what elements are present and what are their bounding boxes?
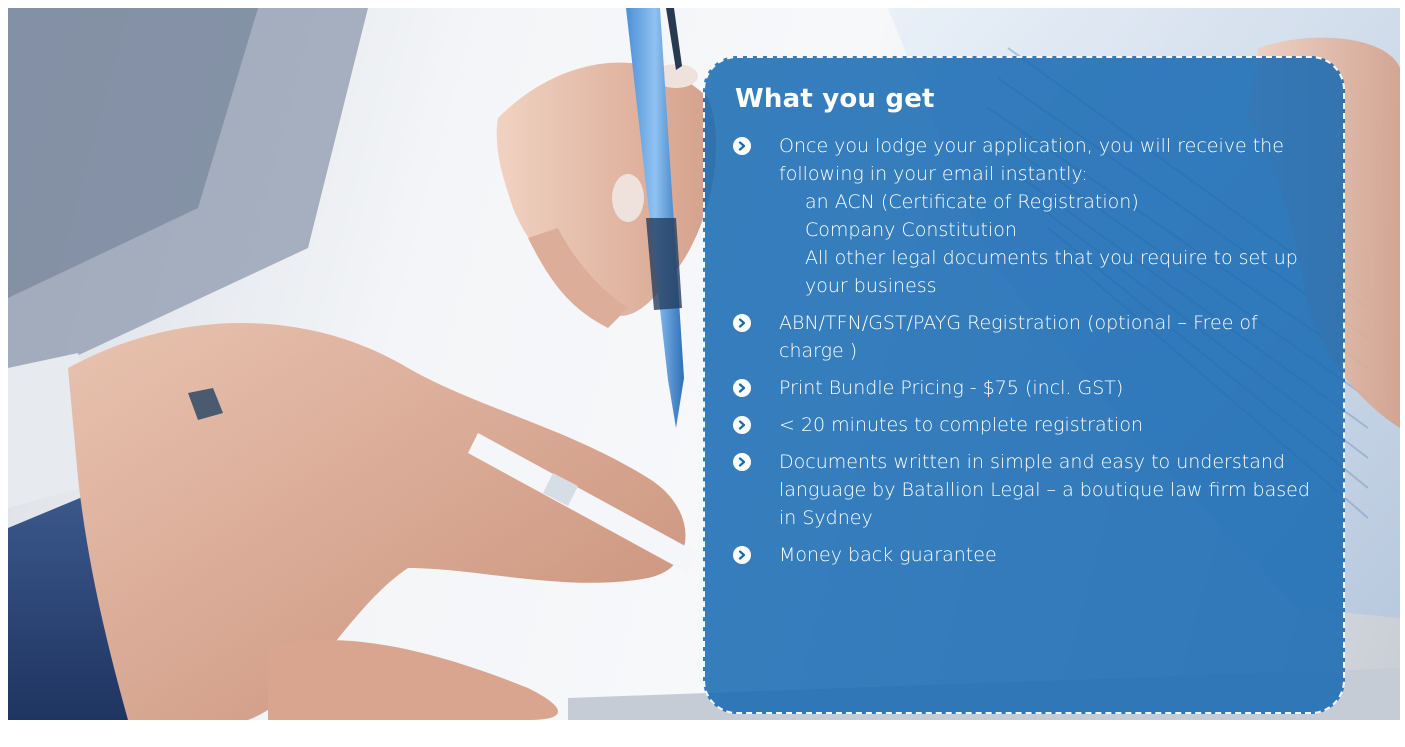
what-you-get-card: What you get Once you lodge your applica…	[703, 56, 1345, 714]
feature-text: < 20 minutes to complete registration	[779, 414, 1143, 436]
card-title: What you get	[735, 84, 935, 114]
chevron-right-circle-icon	[733, 137, 751, 155]
feature-text: Once you lodge your application, you wil…	[779, 135, 1284, 185]
deliverables-list: an ACN (Certificate of Registration) Com…	[779, 188, 1313, 300]
feature-item: Print Bundle Pricing - $75 (incl. GST)	[731, 374, 1313, 402]
feature-text: Print Bundle Pricing - $75 (incl. GST)	[779, 377, 1124, 399]
feature-item: Money back guarantee	[731, 541, 1313, 569]
deliverable-item: All other legal documents that you requi…	[805, 247, 1298, 297]
chevron-right-circle-icon	[733, 379, 751, 397]
chevron-right-circle-icon	[733, 453, 751, 471]
feature-text: Documents written in simple and easy to …	[779, 451, 1310, 529]
feature-item: Once you lodge your application, you wil…	[731, 132, 1313, 300]
deliverable-item: an ACN (Certificate of Registration)	[805, 191, 1139, 213]
page: What you get Once you lodge your applica…	[0, 0, 1405, 747]
feature-item: ABN/TFN/GST/PAYG Registration (optional …	[731, 309, 1313, 365]
deliverable-item: Company Constitution	[805, 219, 1017, 241]
feature-item: < 20 minutes to complete registration	[731, 411, 1313, 439]
feature-text: ABN/TFN/GST/PAYG Registration (optional …	[779, 312, 1258, 362]
chevron-right-circle-icon	[733, 546, 751, 564]
feature-list: Once you lodge your application, you wil…	[731, 132, 1313, 569]
feature-text: Money back guarantee	[779, 544, 997, 566]
feature-item: Documents written in simple and easy to …	[731, 448, 1313, 532]
chevron-right-circle-icon	[733, 314, 751, 332]
chevron-right-circle-icon	[733, 416, 751, 434]
